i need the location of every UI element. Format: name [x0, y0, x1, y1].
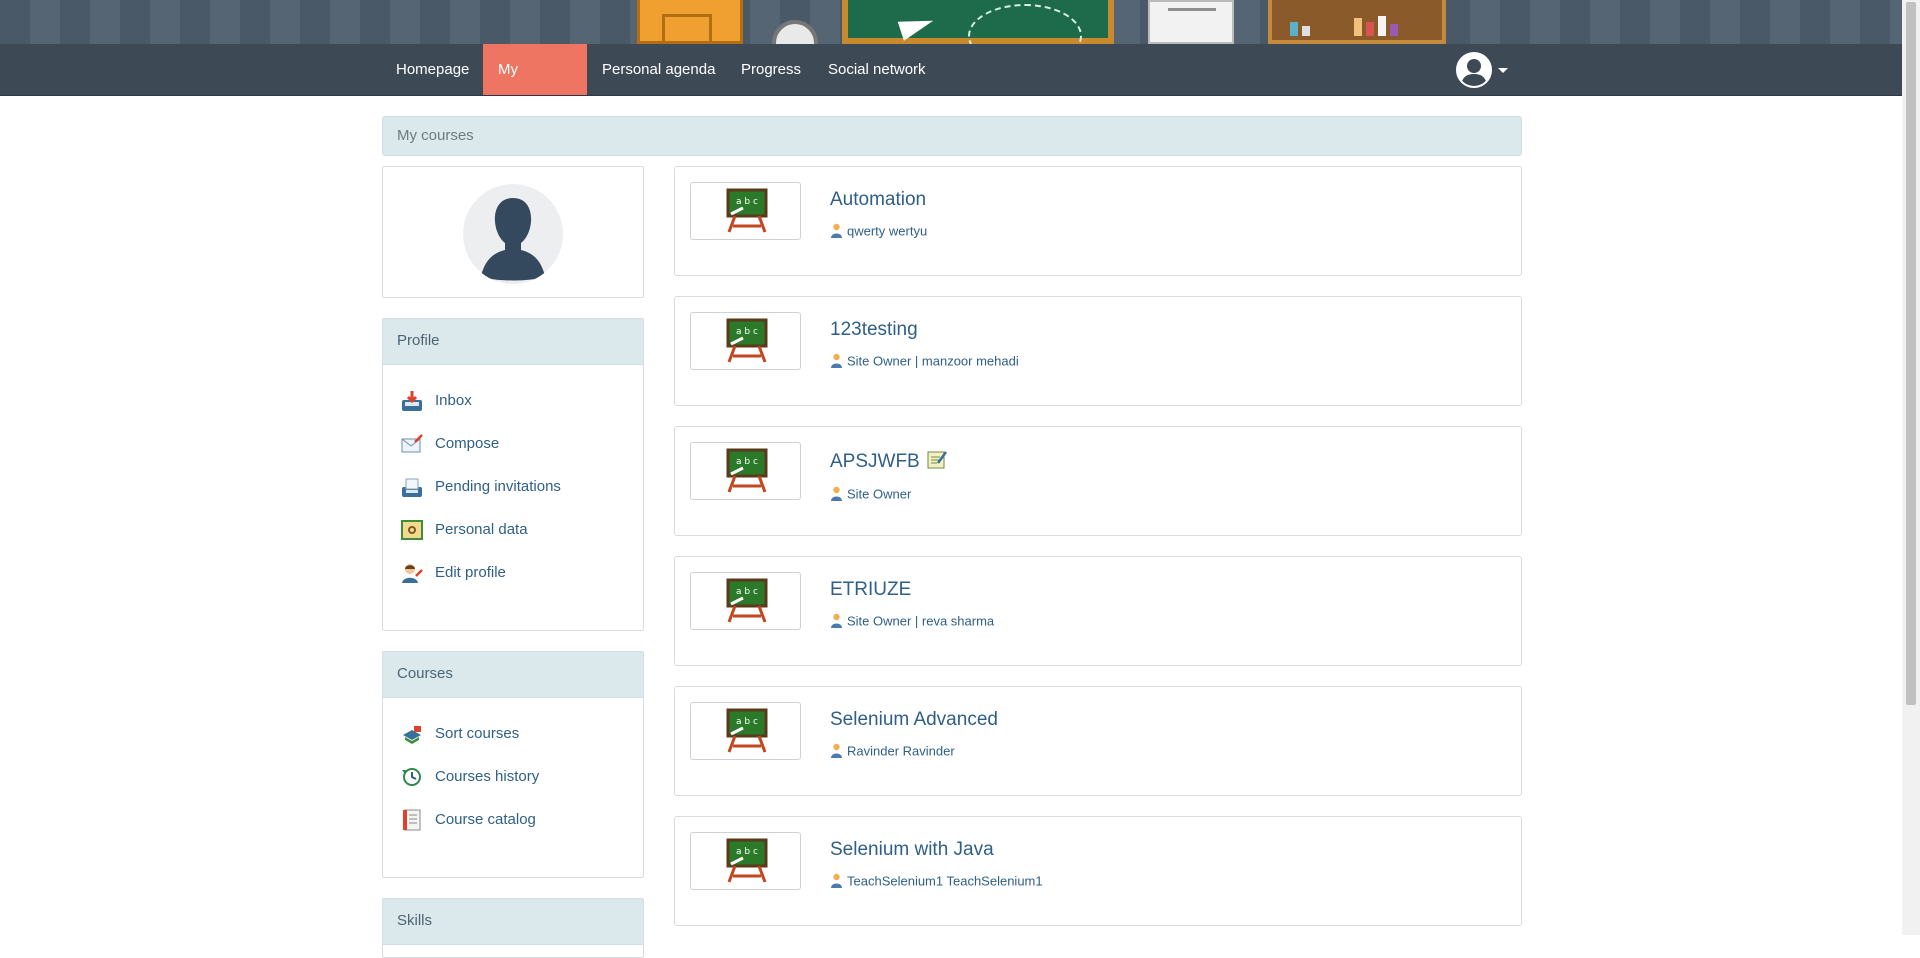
- course-thumbnail[interactable]: a b c: [690, 572, 801, 630]
- courses-panel: Courses Sort courses Courses history Cou…: [382, 651, 644, 878]
- paper-plane-icon: [897, 11, 937, 41]
- scrollbar-thumb[interactable]: [1906, 2, 1916, 705]
- catalog-icon: [401, 809, 423, 831]
- skills-panel: Skills: [382, 898, 644, 958]
- course-teacher: Site Owner | manzoor mehadi: [830, 353, 1019, 371]
- panel-title-skills: Skills: [383, 899, 643, 945]
- bookshelf-illustration: [1268, 0, 1446, 44]
- door-illustration: [637, 0, 743, 44]
- user-picture-panel: [382, 166, 644, 298]
- course-teacher: Ravinder Ravinder: [830, 743, 955, 761]
- chalkboard-icon: a b c: [726, 578, 768, 623]
- course-thumbnail[interactable]: a b c: [690, 182, 801, 240]
- course-teacher: TeachSelenium1 TeachSelenium1: [830, 873, 1043, 891]
- nav-personal-agenda[interactable]: Personal agenda: [587, 44, 730, 95]
- chalkboard-illustration: [842, 0, 1114, 44]
- svg-text:a b c: a b c: [736, 587, 758, 597]
- main-navbar: Homepage My courses Personal agenda Prog…: [0, 44, 1902, 129]
- breadcrumb: My courses: [382, 116, 1522, 156]
- menu-label: Course catalog: [435, 811, 536, 828]
- course-title[interactable]: Selenium Advanced: [830, 709, 998, 731]
- course-notes-icon[interactable]: [926, 449, 948, 475]
- course-title[interactable]: 123testing: [830, 319, 918, 341]
- clock-illustration: [772, 20, 818, 44]
- course-thumbnail[interactable]: a b c: [690, 702, 801, 760]
- nav-my-courses[interactable]: My courses: [483, 44, 587, 129]
- compose-icon: [401, 433, 423, 455]
- teacher-icon: [830, 613, 843, 631]
- nav-homepage[interactable]: Homepage: [381, 44, 484, 95]
- course-teacher: Site Owner | reva sharma: [830, 613, 994, 631]
- menu-label: Pending invitations: [435, 478, 561, 495]
- teacher-icon: [830, 353, 843, 371]
- course-card: a b c Selenium with Java TeachSelenium1 …: [674, 816, 1522, 926]
- history-icon: [401, 766, 423, 788]
- svg-text:a b c: a b c: [736, 327, 758, 337]
- course-thumbnail[interactable]: a b c: [690, 442, 801, 500]
- nav-progress[interactable]: Progress: [726, 44, 816, 95]
- teacher-icon: [830, 486, 843, 504]
- menu-label: Edit profile: [435, 564, 506, 581]
- page-scrollbar[interactable]: [1902, 0, 1920, 935]
- chalkboard-icon: a b c: [726, 448, 768, 493]
- chevron-down-icon[interactable]: [1498, 68, 1508, 73]
- user-avatar-icon[interactable]: [1456, 52, 1492, 88]
- teacher-icon: [830, 223, 843, 241]
- course-title[interactable]: Automation: [830, 189, 926, 211]
- svg-text:a b c: a b c: [736, 717, 758, 727]
- nav-social-network[interactable]: Social network: [813, 44, 941, 95]
- personal-data-icon: [401, 519, 423, 541]
- header-banner: [0, 0, 1902, 44]
- sort-courses-icon: [401, 723, 423, 745]
- svg-text:a b c: a b c: [736, 197, 758, 207]
- breadcrumb-current: My courses: [397, 127, 474, 144]
- svg-text:a b c: a b c: [736, 457, 758, 467]
- chalkboard-icon: a b c: [726, 188, 768, 233]
- course-teacher: Site Owner: [830, 486, 911, 504]
- course-card: a b c ETRIUZE Site Owner | reva sharma: [674, 556, 1522, 666]
- teacher-icon: [830, 743, 843, 761]
- paper-illustration: [1148, 0, 1234, 44]
- course-card: a b c 123testing Site Owner | manzoor me…: [674, 296, 1522, 406]
- profile-panel: Profile Inbox Compose Pending invitation…: [382, 318, 644, 631]
- inbox-icon: [401, 390, 423, 412]
- panel-title-profile: Profile: [383, 319, 643, 365]
- menu-label: Personal data: [435, 521, 528, 538]
- course-card: a b c Selenium Advanced Ravinder Ravinde…: [674, 686, 1522, 796]
- chalkboard-icon: a b c: [726, 838, 768, 883]
- course-thumbnail[interactable]: a b c: [690, 312, 801, 370]
- teacher-icon: [830, 873, 843, 891]
- panel-title-courses: Courses: [383, 652, 643, 698]
- course-card: a b c APSJWFB Site Owner: [674, 426, 1522, 536]
- course-title[interactable]: ETRIUZE: [830, 579, 911, 601]
- menu-label: Sort courses: [435, 725, 520, 742]
- course-title[interactable]: Selenium with Java: [830, 839, 994, 861]
- course-teacher: qwerty wertyu: [830, 223, 927, 241]
- menu-label: Compose: [435, 435, 500, 452]
- course-thumbnail[interactable]: a b c: [690, 832, 801, 890]
- invitations-icon: [401, 476, 423, 498]
- chalkboard-icon: a b c: [726, 318, 768, 363]
- course-title[interactable]: APSJWFB: [830, 449, 948, 475]
- chalkboard-icon: a b c: [726, 708, 768, 753]
- menu-label: Courses history: [435, 768, 540, 785]
- avatar[interactable]: [463, 184, 563, 284]
- svg-text:a b c: a b c: [736, 847, 758, 857]
- menu-label: Inbox: [435, 392, 472, 409]
- edit-profile-icon: [401, 562, 423, 584]
- course-card: a b c Automation qwerty wertyu: [674, 166, 1522, 276]
